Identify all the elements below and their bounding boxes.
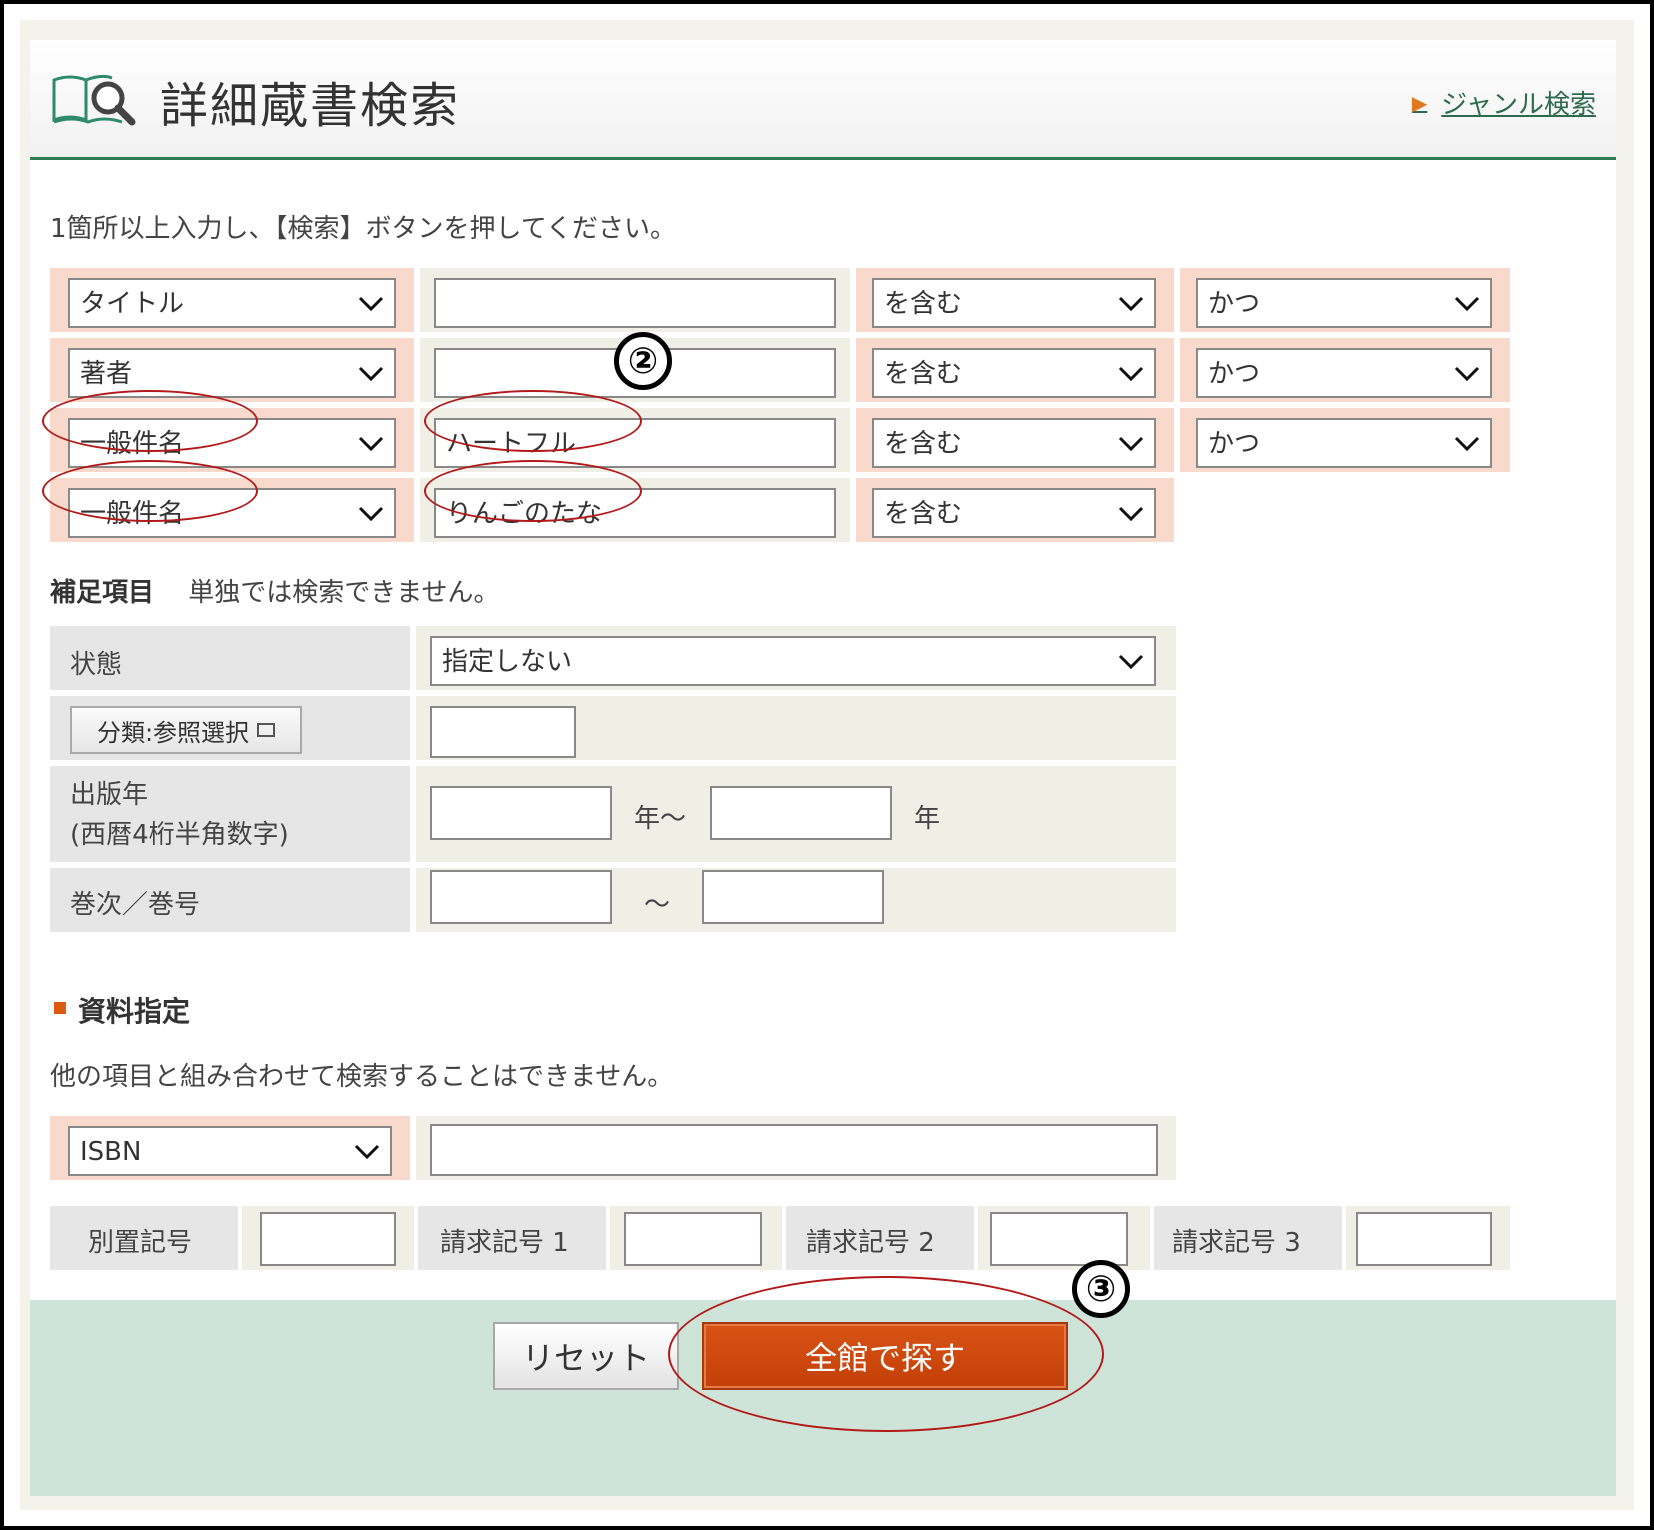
row4-value-input[interactable]: りんごのたな bbox=[434, 488, 836, 538]
call-number-3-input[interactable] bbox=[1356, 1212, 1492, 1266]
supplement-heading-row: 補足項目 単独では検索できません。 bbox=[50, 572, 500, 609]
search-panel: 詳細蔵書検索 ▶ ジャンル検索 1箇所以上入力し、【検索】ボタンを押してください… bbox=[30, 40, 1616, 1496]
reset-button[interactable]: リセット bbox=[493, 1322, 679, 1390]
chevron-down-icon bbox=[1118, 506, 1144, 522]
popup-window-icon bbox=[257, 723, 276, 737]
chevron-down-icon bbox=[358, 296, 384, 312]
row3-field-select[interactable]: 一般件名 bbox=[68, 418, 396, 468]
classification-button-label: 分類:参照選択 bbox=[96, 718, 250, 747]
row4-match-select[interactable]: を含む bbox=[872, 488, 1156, 538]
chevron-down-icon bbox=[1454, 366, 1480, 382]
row3-logic-value: かつ bbox=[1208, 429, 1261, 459]
isbn-input[interactable] bbox=[430, 1124, 1158, 1176]
row2-match-select[interactable]: を含む bbox=[872, 348, 1156, 398]
chevron-down-icon bbox=[358, 436, 384, 452]
isbn-type-select[interactable]: ISBN bbox=[68, 1126, 392, 1176]
search-all-libraries-button[interactable]: 全館で探す bbox=[702, 1322, 1068, 1390]
call-number-2-input[interactable] bbox=[990, 1212, 1128, 1266]
supplement-note: 単独では検索できません。 bbox=[188, 578, 500, 608]
panel-header: 詳細蔵書検索 ▶ ジャンル検索 bbox=[30, 40, 1616, 160]
annotation-marker-3: ③ bbox=[1072, 1260, 1130, 1318]
row1-match-value: を含む bbox=[884, 289, 963, 319]
triangle-right-icon: ▶ bbox=[1411, 90, 1428, 115]
row2-match-value: を含む bbox=[884, 359, 963, 389]
volume-to-input[interactable] bbox=[702, 870, 884, 924]
row3-logic-select[interactable]: かつ bbox=[1196, 418, 1492, 468]
chevron-down-icon bbox=[1118, 654, 1144, 670]
call-number-1-input[interactable] bbox=[624, 1212, 762, 1266]
chevron-down-icon bbox=[354, 1144, 380, 1160]
status-select[interactable]: 指定しない bbox=[430, 636, 1156, 686]
year-suffix-label: 年 bbox=[914, 804, 941, 834]
material-heading: 資料指定 bbox=[78, 995, 191, 1028]
chevron-down-icon bbox=[1118, 366, 1144, 382]
page-title: 詳細蔵書検索 bbox=[160, 78, 461, 134]
volume-label: 巻次／巻号 bbox=[70, 890, 201, 920]
row2-logic-value: かつ bbox=[1208, 359, 1261, 389]
row4-match-value: を含む bbox=[884, 499, 963, 529]
row1-field-select[interactable]: タイトル bbox=[68, 278, 396, 328]
book-search-icon bbox=[52, 74, 136, 126]
instruction-text: 1箇所以上入力し、【検索】ボタンを押してください。 bbox=[50, 214, 676, 244]
pub-year-label: 出版年 bbox=[70, 780, 149, 810]
chevron-down-icon bbox=[1118, 296, 1144, 312]
row4-field-select[interactable]: 一般件名 bbox=[68, 488, 396, 538]
page-background: 詳細蔵書検索 ▶ ジャンル検索 1箇所以上入力し、【検索】ボタンを押してください… bbox=[20, 20, 1634, 1510]
row2-field-value: 著者 bbox=[80, 359, 133, 389]
chevron-down-icon bbox=[358, 366, 384, 382]
status-select-value: 指定しない bbox=[442, 647, 573, 677]
row1-value-input[interactable] bbox=[434, 278, 836, 328]
year-range-label: 年～ bbox=[634, 804, 687, 834]
classification-input[interactable] bbox=[430, 706, 576, 758]
section-bullet-icon bbox=[54, 1002, 66, 1014]
supplement-heading: 補足項目 bbox=[50, 578, 155, 608]
pub-year-to-input[interactable] bbox=[710, 786, 892, 840]
chevron-down-icon bbox=[1454, 296, 1480, 312]
volume-range-sep: ～ bbox=[644, 890, 671, 920]
chevron-down-icon bbox=[1118, 436, 1144, 452]
call-number-2-label: 請求記号 2 bbox=[806, 1228, 935, 1258]
call-number-3-label: 請求記号 3 bbox=[1172, 1228, 1301, 1258]
row1-logic-select[interactable]: かつ bbox=[1196, 278, 1492, 328]
volume-from-input[interactable] bbox=[430, 870, 612, 924]
status-label: 状態 bbox=[70, 650, 123, 680]
isbn-type-value: ISBN bbox=[80, 1137, 142, 1167]
row1-field-value: タイトル bbox=[80, 289, 185, 319]
classification-reference-button[interactable]: 分類:参照選択 bbox=[70, 706, 302, 754]
row3-match-select[interactable]: を含む bbox=[872, 418, 1156, 468]
row4-field-value: 一般件名 bbox=[80, 499, 185, 529]
row1-logic-value: かつ bbox=[1208, 289, 1261, 319]
genre-search-link[interactable]: ▶ ジャンル検索 bbox=[1412, 84, 1596, 121]
row2-logic-select[interactable]: かつ bbox=[1196, 348, 1492, 398]
separate-location-code-input[interactable] bbox=[260, 1212, 396, 1266]
row1-match-select[interactable]: を含む bbox=[872, 278, 1156, 328]
chevron-down-icon bbox=[1454, 436, 1480, 452]
annotation-marker-2: ② bbox=[614, 332, 672, 390]
row3-value-input[interactable]: ハートフル bbox=[434, 418, 836, 468]
row2-field-select[interactable]: 著者 bbox=[68, 348, 396, 398]
pub-year-sublabel: (西暦4桁半角数字) bbox=[70, 820, 289, 850]
row3-field-value: 一般件名 bbox=[80, 429, 185, 459]
separate-location-code-label: 別置記号 bbox=[88, 1228, 193, 1258]
genre-search-label: ジャンル検索 bbox=[1441, 90, 1596, 120]
material-note: 他の項目と組み合わせて検索することはできません。 bbox=[50, 1062, 674, 1092]
pub-year-from-input[interactable] bbox=[430, 786, 612, 840]
chevron-down-icon bbox=[358, 506, 384, 522]
row3-match-value: を含む bbox=[884, 429, 963, 459]
call-number-1-label: 請求記号 1 bbox=[440, 1228, 569, 1258]
